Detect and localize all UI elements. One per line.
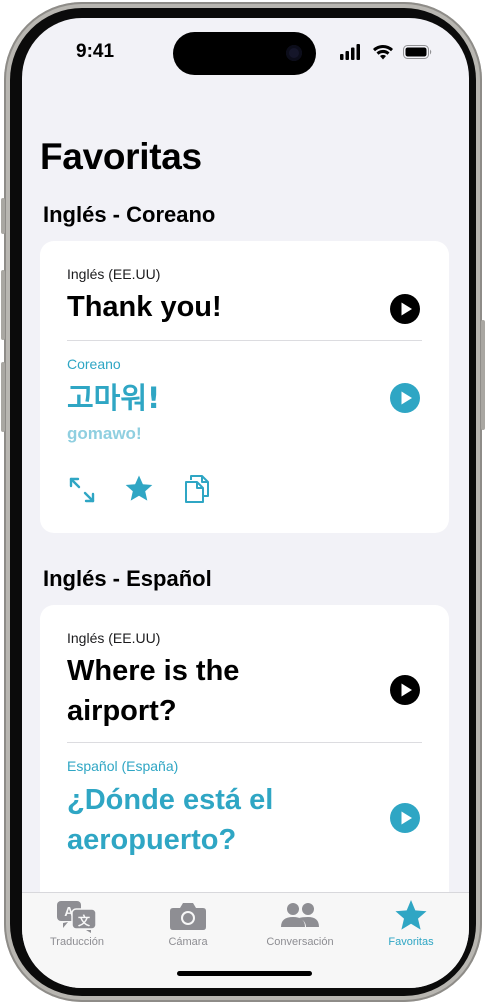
battery-icon bbox=[403, 45, 432, 59]
dynamic-island bbox=[173, 32, 316, 75]
target-phrase: 고마워! bbox=[67, 381, 161, 415]
play-icon[interactable] bbox=[390, 803, 420, 833]
source-phrase-line-1: Where is the bbox=[67, 655, 240, 687]
people-icon bbox=[281, 903, 319, 927]
romanization: gomawo! bbox=[67, 424, 142, 443]
favorite-card[interactable]: Inglés (EE.UU) Where is the airport? Esp… bbox=[40, 605, 449, 935]
wifi-icon bbox=[373, 45, 393, 60]
play-icon[interactable] bbox=[390, 383, 420, 413]
tab-favoritas[interactable]: Favoritas bbox=[356, 899, 466, 948]
star-icon[interactable] bbox=[124, 474, 154, 504]
front-camera bbox=[286, 45, 302, 61]
svg-text:文: 文 bbox=[78, 913, 91, 928]
action-button bbox=[1, 198, 5, 234]
expand-icon[interactable] bbox=[67, 475, 97, 505]
tab-traduccion[interactable]: A 文 Traducción bbox=[22, 899, 132, 948]
divider bbox=[67, 340, 422, 341]
source-language-label: Inglés (EE.UU) bbox=[67, 630, 161, 646]
translate-icon: A 文 bbox=[57, 901, 97, 933]
section-title: Inglés - Español bbox=[43, 566, 212, 591]
tab-camara[interactable]: Cámara bbox=[133, 899, 243, 948]
screen: 9:41 Favoritas Inglés - Coreano Inglés (… bbox=[22, 18, 469, 988]
source-language-label: Inglés (EE.UU) bbox=[67, 266, 161, 282]
tab-label: Cámara bbox=[168, 936, 208, 948]
tab-label: Favoritas bbox=[388, 936, 434, 948]
cellular-signal-icon bbox=[340, 44, 360, 60]
power-button bbox=[481, 320, 485, 430]
copy-icon[interactable] bbox=[183, 473, 213, 503]
tab-label: Conversación bbox=[266, 936, 334, 948]
target-language-label: Español (España) bbox=[67, 758, 179, 774]
star-icon bbox=[395, 900, 427, 930]
volume-down-button bbox=[1, 362, 5, 432]
volume-up-button bbox=[1, 270, 5, 340]
status-icons bbox=[340, 44, 432, 60]
target-phrase-line-1: ¿Dónde está el bbox=[67, 784, 274, 816]
camera-icon bbox=[170, 903, 206, 930]
source-phrase-line-2: airport? bbox=[67, 695, 177, 727]
favorite-card[interactable]: Inglés (EE.UU) Thank you! Coreano 고마워! g… bbox=[40, 241, 449, 533]
page-title: Favoritas bbox=[40, 136, 202, 177]
target-language-label: Coreano bbox=[67, 356, 121, 372]
tab-conversacion[interactable]: Conversación bbox=[245, 899, 355, 948]
divider bbox=[67, 742, 422, 743]
status-time: 9:41 bbox=[76, 41, 115, 62]
target-phrase-line-2: aeropuerto? bbox=[67, 824, 237, 856]
tab-label: Traducción bbox=[49, 936, 104, 948]
play-icon[interactable] bbox=[390, 294, 420, 324]
section-title: Inglés - Coreano bbox=[43, 202, 216, 227]
home-indicator[interactable] bbox=[177, 971, 312, 976]
source-phrase: Thank you! bbox=[67, 291, 222, 323]
play-icon[interactable] bbox=[390, 675, 420, 705]
